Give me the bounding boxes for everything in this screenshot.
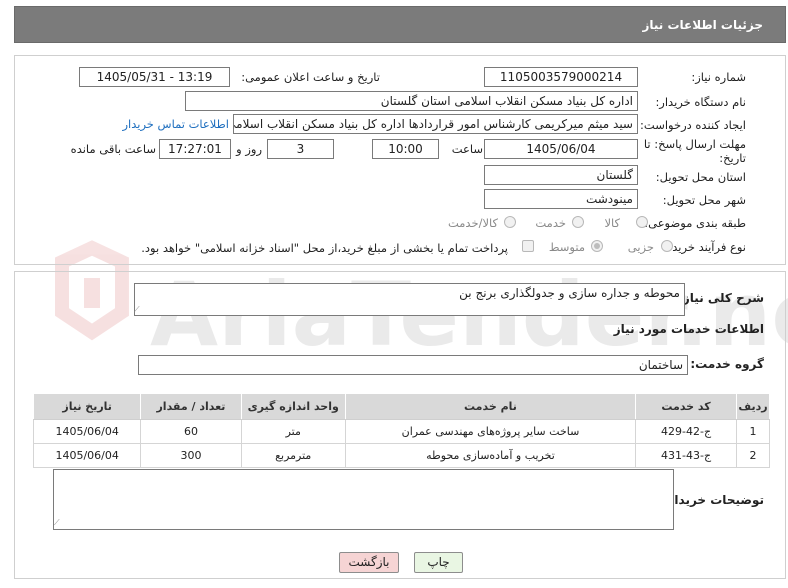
process-label: نوع فرآیند خرید : <box>664 240 746 254</box>
col-code: کد خدمت <box>635 393 738 420</box>
days-count-field: 3 <box>267 139 334 159</box>
need-number-label: شماره نیاز: <box>691 70 746 84</box>
contact-info-link[interactable]: اطلاعات تماس خریدار <box>122 117 229 131</box>
cell-date: 1405/06/04 <box>32 419 142 444</box>
creator-field: سید میثم میرکریمی کارشناس امور قراردادها… <box>233 114 638 134</box>
cell-row: 2 <box>736 443 770 468</box>
cell-quantity: 300 <box>140 443 242 468</box>
province-field: گلستان <box>484 165 638 185</box>
col-quantity: تعداد / مقدار <box>140 393 242 420</box>
services-section-title: اطلاعات خدمات مورد نیاز <box>613 322 764 336</box>
cell-quantity: 60 <box>140 419 242 444</box>
col-row: ردیف <box>736 393 770 420</box>
buyer-notes-label: توضیحات خریدار: <box>662 493 764 507</box>
table-row: 1 ج-42-429 ساخت سایر پروژه‌های مهندسی عم… <box>32 419 770 444</box>
description-field: محوطه و جداره سازی و جدولگذاری برنج بن <box>134 283 685 316</box>
category-option-goods: کالا <box>604 216 620 230</box>
cell-unit: مترمربع <box>240 443 346 468</box>
page-title: جزئیات اطلاعات نیاز <box>642 18 763 32</box>
services-table: ردیف کد خدمت نام خدمت واحد اندازه گیری ت… <box>32 393 770 468</box>
col-date: تاریخ نیاز <box>32 393 142 420</box>
back-button[interactable]: بازگشت <box>339 552 399 573</box>
creator-label: ایجاد کننده درخواست: <box>640 118 746 132</box>
process-option-minor: جزیی <box>627 240 654 254</box>
cell-name: ساخت سایر پروژه‌های مهندسی عمران <box>344 419 637 444</box>
col-unit: واحد اندازه گیری <box>240 393 346 420</box>
col-name: نام خدمت <box>344 393 637 420</box>
process-radio-minor[interactable] <box>661 240 673 252</box>
cell-date: 1405/06/04 <box>32 443 142 468</box>
cell-code: ج-43-431 <box>635 443 738 468</box>
process-option-medium: متوسط <box>548 240 585 254</box>
page-header: جزئیات اطلاعات نیاز <box>14 6 786 43</box>
print-button[interactable]: چاپ <box>414 552 463 573</box>
buyer-notes-field[interactable] <box>53 469 674 530</box>
treasury-checkbox[interactable] <box>522 240 534 252</box>
service-group-field: ساختمان <box>138 355 688 375</box>
city-field: مینودشت <box>484 189 638 209</box>
city-label: شهر محل تحویل: <box>662 193 746 207</box>
resize-grip-icon[interactable]: ⟋ <box>134 305 140 315</box>
category-radio-goods-service[interactable] <box>504 216 516 228</box>
table-header-row: ردیف کد خدمت نام خدمت واحد اندازه گیری ت… <box>32 393 770 420</box>
need-number-field: 1105003579000214 <box>484 67 638 87</box>
table-row: 2 ج-43-431 تخریب و آماده‌سازی محوطه مترم… <box>32 443 770 468</box>
buyer-org-label: نام دستگاه خریدار: <box>655 95 746 109</box>
category-option-service: خدمت <box>535 216 566 230</box>
time-label: ساعت <box>451 142 483 156</box>
deadline-time-field: 10:00 <box>372 139 439 159</box>
category-option-goods-service: کالا/خدمت <box>447 216 498 230</box>
description-label: شرح کلی نیاز: <box>678 291 764 305</box>
buyer-org-field: اداره کل بنیاد مسکن انقلاب اسلامی استان … <box>185 91 638 111</box>
cell-unit: متر <box>240 419 346 444</box>
cell-row: 1 <box>736 419 770 444</box>
payment-note: پرداخت تمام یا بخشی از مبلغ خرید،از محل … <box>141 241 508 255</box>
days-label: روز و <box>236 142 262 156</box>
category-label: طبقه بندی موضوعی: <box>644 216 746 230</box>
cell-code: ج-42-429 <box>635 419 738 444</box>
remaining-time-field: 17:27:01 <box>159 139 231 159</box>
category-radio-service[interactable] <box>572 216 584 228</box>
cell-name: تخریب و آماده‌سازی محوطه <box>344 443 637 468</box>
service-group-label: گروه خدمت: <box>690 357 764 371</box>
category-radio-goods[interactable] <box>636 216 648 228</box>
announce-label: تاریخ و ساعت اعلان عمومی: <box>241 70 380 84</box>
deadline-label-date: تاریخ: <box>719 151 746 165</box>
resize-grip-icon[interactable]: ⟋ <box>54 518 60 528</box>
announce-field: 1405/05/31 - 13:19 <box>79 67 230 87</box>
province-label: استان محل تحویل: <box>655 170 746 184</box>
remaining-label: ساعت باقی مانده <box>70 142 156 156</box>
deadline-label: مهلت ارسال پاسخ: تا <box>643 137 746 151</box>
deadline-date-field: 1405/06/04 <box>484 139 638 159</box>
process-radio-medium[interactable] <box>591 240 603 252</box>
